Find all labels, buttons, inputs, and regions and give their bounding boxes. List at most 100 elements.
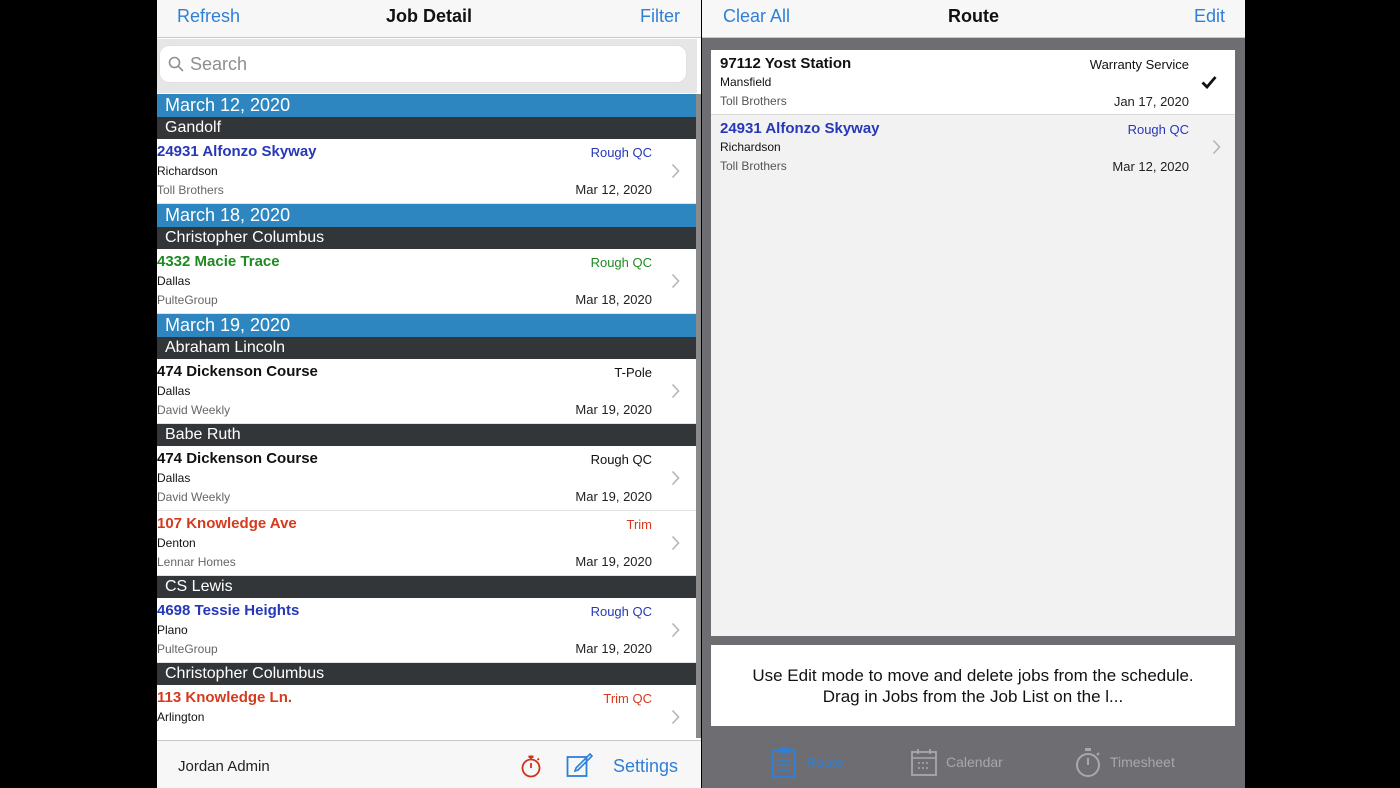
- refresh-button[interactable]: Refresh: [177, 6, 240, 27]
- job-address: 4332 Macie Trace: [157, 253, 280, 270]
- job-address: 107 Knowledge Ave: [157, 515, 297, 532]
- chevron-right-icon: [671, 709, 680, 725]
- person-section-header: Christopher Columbus: [157, 227, 696, 249]
- settings-button[interactable]: Settings: [613, 756, 678, 777]
- current-user-name: Jordan Admin: [178, 758, 270, 775]
- job-builder: David Weekly: [157, 403, 231, 417]
- date-section-header: March 18, 2020: [157, 204, 696, 227]
- person-section-header: Gandolf: [157, 117, 696, 139]
- route-job-address: 24931 Alfonzo Skyway: [720, 120, 880, 137]
- clear-all-button[interactable]: Clear All: [723, 6, 790, 27]
- job-row[interactable]: 107 Knowledge Ave Trim Denton Lennar Homes M…: [157, 511, 696, 576]
- job-type: Trim: [626, 517, 652, 532]
- job-address: 474 Dickenson Course: [157, 363, 318, 380]
- tab-route[interactable]: Route: [770, 746, 890, 780]
- tab-label: Timesheet: [1110, 754, 1175, 770]
- job-builder: David Weekly: [157, 490, 231, 504]
- stopwatch-icon: [1076, 748, 1100, 777]
- right-nav-bar: Clear All Route Edit: [702, 0, 1245, 38]
- route-job-builder: Toll Brothers: [720, 159, 787, 173]
- job-row[interactable]: 113 Knowledge Ln. Trim QC Arlington: [157, 685, 696, 738]
- route-pane: Clear All Route Edit 97112 Yost Station W…: [702, 0, 1245, 788]
- search-icon: [168, 56, 184, 72]
- route-list: 97112 Yost Station Warranty Service Mansfi…: [711, 50, 1235, 636]
- job-row[interactable]: 474 Dickenson Course Rough QC Dallas David …: [157, 446, 696, 511]
- job-date: Mar 19, 2020: [575, 402, 652, 417]
- search-bar: [157, 39, 697, 93]
- job-list-pane: Refresh Job Detail Filter March 12, 2020…: [157, 0, 701, 788]
- job-builder: PulteGroup: [157, 293, 218, 307]
- job-city: Arlington: [157, 710, 205, 724]
- route-job-builder: Toll Brothers: [720, 94, 787, 108]
- job-list: March 12, 2020 Gandolf 24931 Alfonzo Skywa…: [157, 94, 696, 738]
- filter-button[interactable]: Filter: [640, 6, 680, 27]
- tab-timesheet[interactable]: Timesheet: [1074, 746, 1194, 780]
- job-type: Rough QC: [590, 604, 652, 619]
- job-date: Mar 18, 2020: [575, 292, 652, 307]
- chevron-right-icon: [671, 535, 680, 551]
- job-city: Dallas: [157, 384, 191, 398]
- chevron-right-icon: [671, 470, 680, 486]
- checkmark-icon: [1201, 76, 1217, 89]
- route-job-type: Rough QC: [1127, 122, 1189, 137]
- job-type: T-Pole: [614, 365, 652, 380]
- left-nav-bar: Refresh Job Detail Filter: [157, 0, 701, 38]
- job-row[interactable]: 24931 Alfonzo Skyway Rough QC Richardson To…: [157, 139, 696, 204]
- edit-button[interactable]: Edit: [1194, 6, 1225, 27]
- tab-label: Route: [806, 754, 844, 770]
- job-type: Rough QC: [590, 255, 652, 270]
- person-section-header: CS Lewis: [157, 576, 696, 598]
- job-city: Plano: [157, 623, 188, 637]
- job-type: Trim QC: [603, 691, 652, 706]
- clipboard-icon: [772, 748, 796, 778]
- stopwatch-icon[interactable]: [520, 754, 542, 778]
- job-builder: Toll Brothers: [157, 183, 224, 197]
- route-job-type: Warranty Service: [1089, 57, 1189, 72]
- person-section-header: Babe Ruth: [157, 424, 696, 446]
- job-address: 474 Dickenson Course: [157, 450, 318, 467]
- route-row[interactable]: 97112 Yost Station Warranty Service Mansfi…: [711, 50, 1235, 115]
- job-address: 113 Knowledge Ln.: [157, 689, 293, 706]
- job-row[interactable]: 4698 Tessie Heights Rough QC Plano PulteGro…: [157, 598, 696, 663]
- calendar-icon: [911, 749, 937, 776]
- route-job-address: 97112 Yost Station: [720, 55, 852, 72]
- chevron-right-icon: [671, 163, 680, 179]
- route-job-date: Jan 17, 2020: [1113, 94, 1189, 109]
- job-row[interactable]: 4332 Macie Trace Rough QC Dallas PulteGroup…: [157, 249, 696, 314]
- route-row[interactable]: 24931 Alfonzo Skyway Rough QC Richardson To…: [711, 115, 1235, 180]
- job-address: 24931 Alfonzo Skyway: [157, 143, 317, 160]
- person-section-header: Abraham Lincoln: [157, 337, 696, 359]
- route-job-city: Richardson: [720, 140, 781, 154]
- chevron-right-icon: [1212, 139, 1221, 155]
- job-builder: Lennar Homes: [157, 555, 236, 569]
- date-section-header: March 12, 2020: [157, 94, 696, 117]
- job-city: Dallas: [157, 471, 191, 485]
- date-section-header: March 19, 2020: [157, 314, 696, 337]
- job-date: Mar 19, 2020: [575, 641, 652, 656]
- job-city: Dallas: [157, 274, 191, 288]
- job-city: Denton: [157, 536, 196, 550]
- job-city: Richardson: [157, 164, 218, 178]
- tab-label: Calendar: [946, 754, 1003, 770]
- job-type: Rough QC: [590, 145, 652, 160]
- search-input[interactable]: [190, 50, 670, 78]
- job-date: Mar 19, 2020: [575, 554, 652, 569]
- tab-calendar[interactable]: Calendar: [910, 746, 1030, 780]
- chevron-right-icon: [671, 622, 680, 638]
- route-job-city: Mansfield: [720, 75, 772, 89]
- route-job-date: Mar 12, 2020: [1112, 159, 1189, 174]
- scrollbar[interactable]: [696, 94, 701, 738]
- tab-bar: Route Calendar Timesheet: [702, 737, 1245, 788]
- job-type: Rough QC: [590, 452, 652, 467]
- chevron-right-icon: [671, 273, 680, 289]
- bottom-toolbar: Jordan Admin Settings: [157, 740, 701, 788]
- compose-icon[interactable]: [566, 752, 594, 778]
- search-field[interactable]: [159, 45, 687, 83]
- job-row[interactable]: 474 Dickenson Course T-Pole Dallas David We…: [157, 359, 696, 424]
- job-date: Mar 19, 2020: [575, 489, 652, 504]
- route-help-text: Use Edit mode to move and delete jobs fr…: [711, 645, 1235, 726]
- job-date: Mar 12, 2020: [575, 182, 652, 197]
- person-section-header: Christopher Columbus: [157, 663, 696, 685]
- job-address: 4698 Tessie Heights: [157, 602, 300, 619]
- chevron-right-icon: [671, 383, 680, 399]
